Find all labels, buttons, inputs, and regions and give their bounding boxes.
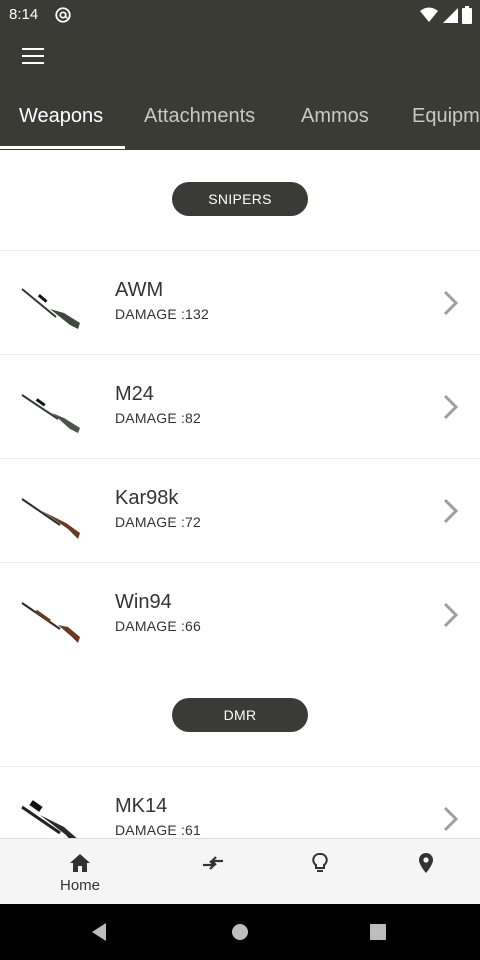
- weapon-name: AWM: [115, 279, 164, 301]
- weapon-name: Kar98k: [115, 487, 179, 509]
- at-sign-icon: [55, 7, 71, 23]
- chevron-right-icon: [443, 602, 459, 628]
- nav-tips[interactable]: [280, 839, 360, 905]
- weapon-name: M24: [115, 383, 154, 405]
- status-time: 8:14: [9, 6, 39, 23]
- tab-equipment[interactable]: Equipm: [412, 96, 480, 148]
- status-bar: 8:14: [0, 0, 480, 30]
- m24-rifle-icon: [21, 394, 80, 433]
- section-header-dmr: DMR: [172, 698, 308, 732]
- weapon-name: MK14: [115, 795, 168, 817]
- chevron-right-icon: [443, 498, 459, 524]
- kar98k-rifle-icon: [21, 498, 80, 539]
- weapon-row-kar98k[interactable]: Kar98k DAMAGE :72: [0, 458, 480, 562]
- weapon-row-m24[interactable]: M24 DAMAGE :82: [0, 354, 480, 458]
- section-header-snipers: SNIPERS: [172, 182, 308, 216]
- nav-compare[interactable]: [173, 839, 253, 905]
- signal-icon: [443, 8, 458, 23]
- wifi-icon: [420, 7, 438, 22]
- weapon-list[interactable]: SNIPERS AWM DAMAGE :132 M24 DAMAGE :82 K…: [0, 150, 480, 838]
- weapon-damage: DAMAGE :132: [115, 306, 210, 322]
- system-navigation-bar: [0, 904, 480, 960]
- compare-arrows-icon: [203, 856, 223, 870]
- nav-home[interactable]: Home: [40, 839, 120, 905]
- tab-attachments[interactable]: Attachments: [144, 96, 255, 148]
- weapon-row-mk14[interactable]: MK14 DAMAGE :61: [0, 766, 480, 838]
- mk14-rifle-icon: [21, 800, 77, 838]
- recents-icon[interactable]: [364, 918, 392, 946]
- hamburger-menu-icon[interactable]: [14, 42, 52, 70]
- nav-home-label: Home: [59, 877, 100, 894]
- weapon-damage: DAMAGE :66: [115, 618, 202, 634]
- weapon-name: Win94: [115, 591, 172, 613]
- weapon-damage: DAMAGE :82: [115, 410, 202, 426]
- chevron-right-icon: [443, 394, 459, 420]
- awm-rifle-icon: [21, 288, 80, 329]
- battery-icon: [462, 6, 472, 24]
- tab-weapons[interactable]: Weapons: [19, 96, 103, 148]
- home-circle-icon[interactable]: [226, 918, 254, 946]
- weapon-row-awm[interactable]: AWM DAMAGE :132: [0, 250, 480, 354]
- home-icon: [70, 854, 90, 872]
- weapon-damage: DAMAGE :72: [115, 514, 202, 530]
- chevron-right-icon: [443, 290, 459, 316]
- status-icons: [420, 6, 472, 24]
- win94-rifle-icon: [21, 602, 80, 643]
- tab-indicator: [0, 146, 125, 149]
- chevron-right-icon: [443, 806, 459, 832]
- back-icon[interactable]: [86, 918, 114, 946]
- tab-ammos[interactable]: Ammos: [301, 96, 369, 148]
- tab-bar: Weapons Attachments Ammos Equipm: [0, 96, 480, 150]
- location-pin-icon: [419, 853, 433, 873]
- weapon-damage: DAMAGE :61: [115, 822, 202, 838]
- nav-maps[interactable]: [386, 839, 466, 905]
- weapon-row-win94[interactable]: Win94 DAMAGE :66: [0, 562, 480, 666]
- app-bar: Weapons Attachments Ammos Equipm: [0, 30, 480, 150]
- lightbulb-icon: [312, 852, 328, 872]
- bottom-navigation: Home: [0, 838, 480, 904]
